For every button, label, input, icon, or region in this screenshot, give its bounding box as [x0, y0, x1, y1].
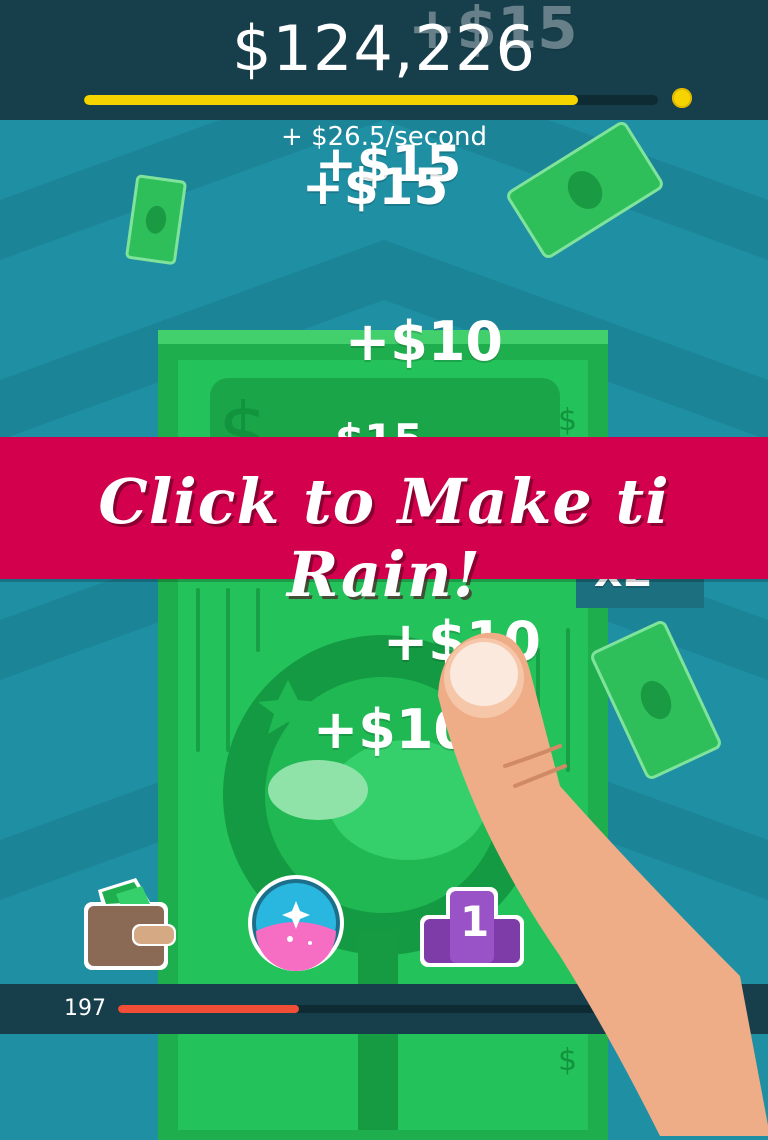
- wallet-icon: [84, 878, 176, 970]
- boost-bubble-button[interactable]: [248, 873, 348, 973]
- call-to-action-banner[interactable]: Click to Make ti Rain!: [0, 437, 768, 611]
- flying-bill: [125, 174, 187, 265]
- svg-text:$: $: [558, 403, 577, 438]
- banner-text: Click to Make ti Rain!: [98, 465, 670, 611]
- level-number: 197: [64, 996, 106, 1021]
- tutorial-hand-icon: [438, 632, 768, 1136]
- balance-progress-fill: [84, 95, 578, 105]
- income-rate: + $26.5/second: [281, 122, 487, 152]
- balance-display: $124,226: [232, 12, 536, 85]
- balance-progress-track: [84, 95, 658, 105]
- coin-icon: [672, 88, 692, 108]
- potion-bubble-icon: [248, 875, 344, 971]
- game-scene: $ $ $ +$15 +$15 +$10 $15 +$10 +$10: [0, 0, 768, 1140]
- floating-earning: +$15: [302, 158, 449, 216]
- wallet-button[interactable]: [76, 872, 176, 972]
- floating-earning: +$10: [345, 310, 503, 373]
- level-progress-fill: [118, 1005, 300, 1013]
